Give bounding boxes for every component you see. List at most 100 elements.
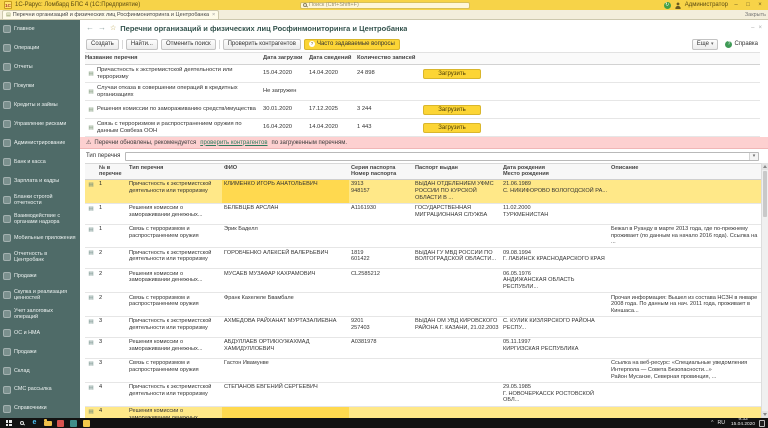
table-row[interactable]: ▤ 1 Решения комиссии о замораживании ден…: [85, 204, 761, 225]
cell-fio[interactable]: ГОРОБЧЕНКО АЛЕКСЕЙ ВАЛЕРЬЕВИЧ: [222, 248, 349, 268]
scroll-down-icon[interactable]: [762, 411, 768, 418]
sidebar-item-administration[interactable]: Администрирование: [0, 134, 80, 153]
cell-passport[interactable]: 9201257403: [349, 317, 413, 337]
cell-issued[interactable]: ВЫДАН ОТДЕЛЕНИЕМ УФМС РОССИИ ПО КУРСКОЙ …: [413, 180, 501, 203]
cell-birth[interactable]: 09.08.1994Г. ЛАБИНСК КРАСНОДАРСКОГО КРАЯ: [501, 248, 609, 268]
table-row[interactable]: ▤ 4 Причастность к экстремистской деятел…: [85, 383, 761, 407]
cell-type[interactable]: Решения комиссии о замораживании денежны…: [127, 204, 222, 224]
cell-count[interactable]: 24 898: [357, 69, 423, 78]
sidebar-item-payroll[interactable]: Зарплата и кадры: [0, 172, 80, 191]
column-header-fio[interactable]: ФИО: [222, 164, 349, 179]
list-row[interactable]: ▤ Случаи отказа в совершении операций в …: [85, 83, 760, 101]
sidebar-item-credits[interactable]: Кредиты и займы: [0, 96, 80, 115]
app-button-2[interactable]: [68, 418, 79, 428]
favorite-star-icon[interactable]: ☆: [110, 24, 116, 32]
cell-num[interactable]: 2: [97, 248, 127, 268]
cell-desc[interactable]: [609, 248, 761, 268]
sidebar-item-purchases[interactable]: Покупки: [0, 77, 80, 96]
cell-load-date[interactable]: Не загружен: [263, 87, 309, 96]
cell-issued[interactable]: [413, 383, 501, 406]
cell-type[interactable]: Причастность к экстремистской деятельнос…: [127, 180, 222, 203]
cell-desc[interactable]: [609, 338, 761, 358]
cell-type[interactable]: Причастность к экстремистской деятельнос…: [127, 383, 222, 406]
cell-fio[interactable]: Франк Кахелеле Бвамбале: [222, 293, 349, 316]
cell-birth[interactable]: [501, 225, 609, 248]
current-user[interactable]: Администратор: [685, 2, 728, 8]
cell-birth[interactable]: [501, 407, 609, 419]
tab-perechni[interactable]: ▤ Перечни организаций и физических лиц Р…: [2, 10, 219, 19]
restore-icon[interactable]: □: [744, 2, 752, 8]
faq-button[interactable]: ?Часто задаваемые вопросы: [304, 39, 400, 50]
cell-type[interactable]: Связь с терроризмом и распространением о…: [127, 225, 222, 248]
sidebar-item-os-nma[interactable]: ОС и НМА: [0, 323, 80, 342]
sidebar-item-supervision[interactable]: Взаимодействие с органами надзора: [0, 210, 80, 229]
scrollbar-thumb[interactable]: [763, 171, 767, 217]
list-row[interactable]: ▤ Решения комиссии по замораживанию сред…: [85, 101, 760, 119]
cell-fio[interactable]: СТЕПАНОВ ЕВГЕНИЙ СЕРГЕЕВИЧ: [222, 383, 349, 406]
vertical-scrollbar[interactable]: [761, 163, 768, 418]
cell-num[interactable]: 3: [97, 338, 127, 358]
cell-issued[interactable]: [413, 407, 501, 419]
cell-fio[interactable]: КЛИМЕНКО ИГОРЬ АНАТОЛЬЕВИЧ: [222, 180, 349, 203]
scroll-up-icon[interactable]: [762, 163, 768, 170]
table-row[interactable]: ▤ 2 Причастность к экстремистской деятел…: [85, 248, 761, 269]
cell-desc[interactable]: [609, 317, 761, 337]
cell-issued[interactable]: [413, 338, 501, 358]
cell-fio[interactable]: АБДУЛЛАЕВ ОРТИКХУЖАХМАД ХАМИДУЛЛОЕВИЧ: [222, 338, 349, 358]
cell-desc[interactable]: Ссылка на веб-ресурс: «Специальные уведо…: [609, 359, 761, 382]
cell-desc[interactable]: Прочая информация: Вышел из состава НСЗН…: [609, 293, 761, 316]
sidebar-item-directories[interactable]: Справочники: [0, 399, 80, 418]
notifications-button[interactable]: [759, 420, 765, 427]
cell-birth[interactable]: 29.05.1985Г. НОВОЧЕРКАССК РОСТОВСКОЙ ОБЛ…: [501, 383, 609, 406]
sidebar-item-bank[interactable]: Банк и касса: [0, 153, 80, 172]
cell-passport[interactable]: [349, 407, 413, 419]
more-button[interactable]: Еще▾: [692, 39, 719, 50]
cell-birth[interactable]: 11.02.2000ТУРКМЕНИСТАН: [501, 204, 609, 224]
sidebar-item-cb-reporting[interactable]: Отчетность в Центробанк: [0, 247, 80, 266]
cell-load-date[interactable]: 30.01.2020: [263, 105, 309, 114]
cell-desc[interactable]: Бежал в Руанду в марте 2013 года, где по…: [609, 225, 761, 248]
cell-num[interactable]: 4: [97, 383, 127, 406]
cell-num[interactable]: 1: [97, 204, 127, 224]
load-button[interactable]: Загрузить: [423, 105, 481, 115]
cell-issued[interactable]: [413, 293, 501, 316]
cell-type[interactable]: Решения комиссии о замораживании денежны…: [127, 269, 222, 292]
column-header-load-date[interactable]: Дата загрузки: [263, 54, 309, 63]
sidebar-item-main[interactable]: Главное: [0, 20, 80, 39]
cell-birth[interactable]: [501, 359, 609, 382]
minimize-icon[interactable]: –: [732, 2, 740, 8]
back-icon[interactable]: ←: [86, 23, 94, 33]
cell-passport[interactable]: [349, 383, 413, 406]
edge-browser-button[interactable]: e: [29, 418, 40, 428]
cell-issued[interactable]: ГОСУДАРСТВЕННАЯ МИГРАЦИОННАЯ СЛУЖБА: [413, 204, 501, 224]
sidebar-item-sales[interactable]: Продажи: [0, 266, 80, 285]
start-button[interactable]: [3, 418, 14, 428]
update-status-icon[interactable]: ↻: [664, 2, 671, 9]
cell-num[interactable]: 1: [97, 180, 127, 203]
sidebar-item-pledge[interactable]: Учет залоговых операций: [0, 304, 80, 323]
clock[interactable]: 9:33 15.04.2020: [731, 418, 755, 428]
cell-passport[interactable]: [349, 359, 413, 382]
language-indicator[interactable]: RU: [717, 420, 725, 426]
cell-fio[interactable]: [222, 407, 349, 419]
cell-issued[interactable]: [413, 359, 501, 382]
cell-birth[interactable]: 06.05.1976АНДИЖАНСКАЯ ОБЛАСТЬ РЕСПУБЛИ..…: [501, 269, 609, 292]
sidebar-item-buyup[interactable]: Скупка и реализация ценностей: [0, 285, 80, 304]
cell-info-date[interactable]: 17.12.2025: [309, 105, 357, 114]
table-row[interactable]: ▤ 1 Связь с терроризмом и распространени…: [85, 225, 761, 249]
list-type-filter-input[interactable]: ▾: [125, 152, 759, 161]
cell-passport[interactable]: [349, 225, 413, 248]
cancel-find-button[interactable]: Отменить поиск: [161, 39, 216, 50]
list-row[interactable]: ▤ Связь с терроризмом и распространением…: [85, 119, 760, 137]
check-counterparties-link[interactable]: проверить контрагентов: [200, 140, 267, 146]
table-row[interactable]: ▤ 3 Решения комиссии о замораживании ден…: [85, 338, 761, 359]
cell-load-date[interactable]: 16.04.2020: [263, 123, 309, 132]
sidebar-item-sms[interactable]: СМС рассылка: [0, 380, 80, 399]
cell-num[interactable]: 4: [97, 407, 127, 419]
cell-count[interactable]: [357, 91, 423, 93]
tab-close-icon[interactable]: ×: [212, 12, 215, 18]
table-row[interactable]: ▤ 1 Причастность к экстремистской деятел…: [85, 180, 761, 204]
cell-count[interactable]: 1 443: [357, 123, 423, 132]
column-header-num[interactable]: № в перечне: [97, 164, 127, 179]
file-explorer-button[interactable]: [42, 418, 53, 428]
